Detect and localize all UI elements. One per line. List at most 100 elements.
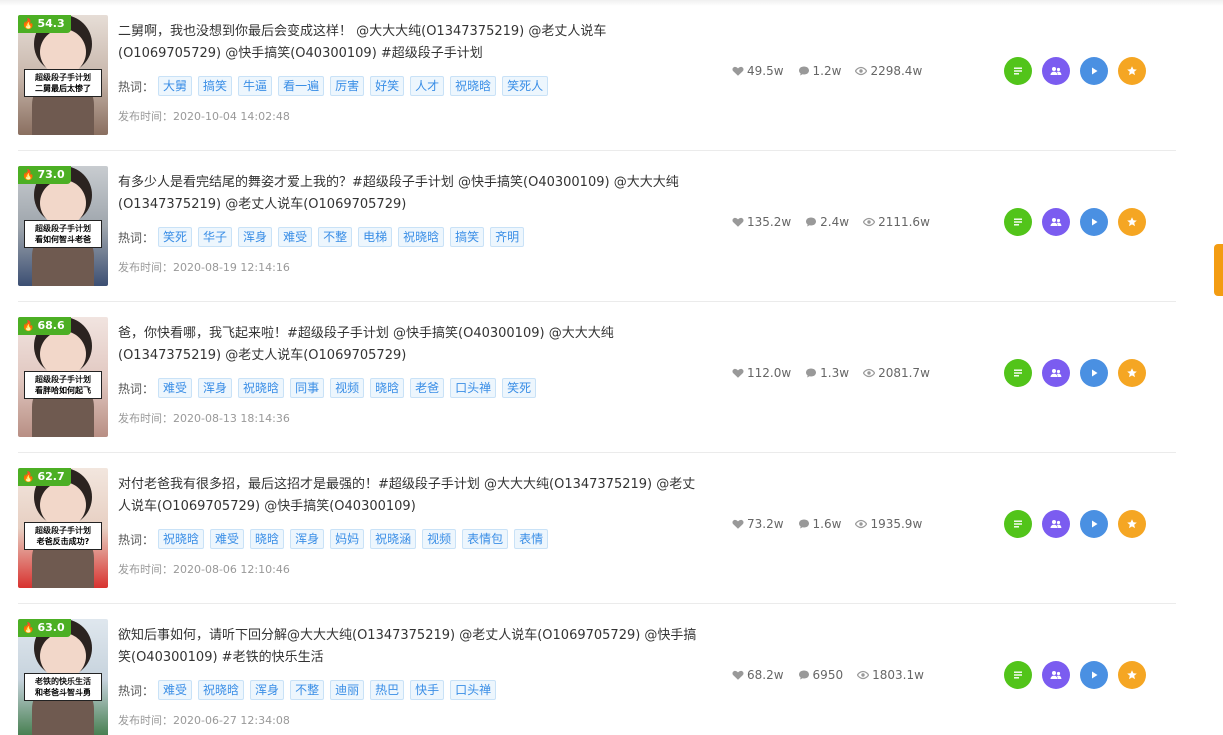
favorite-button[interactable] <box>1118 359 1146 387</box>
fans-button[interactable] <box>1042 57 1070 85</box>
play-button[interactable] <box>1080 661 1108 689</box>
hot-word-tag[interactable]: 笑死人 <box>502 76 549 96</box>
row-actions <box>1004 661 1156 689</box>
star-icon <box>1125 64 1139 78</box>
video-thumbnail[interactable]: 超级段子手计划 老爸反击成功? 🔥 62.7 <box>18 468 108 588</box>
hot-word-tag[interactable]: 表情包 <box>462 529 509 549</box>
fans-button[interactable] <box>1042 359 1070 387</box>
heart-icon <box>732 669 744 681</box>
video-title[interactable]: 二舅啊，我也没想到你最后会变成这样！ @大大大纯(O1347375219) @老… <box>118 21 708 65</box>
hot-word-tag[interactable]: 祝晓晗 <box>238 378 285 398</box>
hot-word-tag[interactable]: 看一遍 <box>278 76 325 96</box>
hot-word-tag[interactable]: 晓晗 <box>370 378 405 398</box>
video-thumbnail[interactable]: 超级段子手计划 看如何智斗老爸 🔥 73.0 <box>18 166 108 286</box>
hot-word-tag[interactable]: 难受 <box>158 378 193 398</box>
hot-word-tag[interactable]: 不整 <box>290 680 325 700</box>
hot-word-tag[interactable]: 妈妈 <box>330 529 365 549</box>
thumbnail-caption-line2: 看如何智斗老爸 <box>27 234 99 245</box>
play-button[interactable] <box>1080 510 1108 538</box>
hot-word-tag[interactable]: 牛逼 <box>238 76 273 96</box>
hot-word-tag[interactable]: 电梯 <box>358 227 393 247</box>
thumbnail-caption-line1: 超级段子手计划 <box>35 73 91 82</box>
list-item: 老铁的快乐生活 和老爸斗智斗勇 🔥 63.0 欲知后事如何，请听下回分解@大大大纯(O1… <box>18 604 1176 735</box>
hot-word-tag[interactable]: 难受 <box>210 529 245 549</box>
hot-word-tag[interactable]: 视频 <box>422 529 457 549</box>
heart-icon <box>732 518 744 530</box>
detail-button[interactable] <box>1004 359 1032 387</box>
favorite-button[interactable] <box>1118 57 1146 85</box>
hot-word-tag[interactable]: 华子 <box>198 227 233 247</box>
hot-word-tag[interactable]: 快手 <box>410 680 445 700</box>
hot-word-tag[interactable]: 迪丽 <box>330 680 365 700</box>
hot-score-badge: 🔥 73.0 <box>18 166 71 184</box>
comments-count: 1.3w <box>820 366 850 380</box>
video-title[interactable]: 欲知后事如何，请听下回分解@大大大纯(O1347375219) @老丈人说车(O… <box>118 625 708 669</box>
hot-word-tag[interactable]: 搞笑 <box>450 227 485 247</box>
hot-word-tag[interactable]: 口头禅 <box>450 680 497 700</box>
thumbnail-caption-line1: 超级段子手计划 <box>35 526 91 535</box>
video-title[interactable]: 爸，你快看哪，我飞起来啦！#超级段子手计划 @快手搞笑(O40300109) @… <box>118 323 708 367</box>
hot-word-tag[interactable]: 祝晓晗 <box>450 76 497 96</box>
detail-button[interactable] <box>1004 661 1032 689</box>
hot-words-label: 热词： <box>118 381 155 396</box>
hot-word-tag[interactable]: 浑身 <box>290 529 325 549</box>
hot-word-tag[interactable]: 同事 <box>290 378 325 398</box>
hot-word-tag[interactable]: 难受 <box>158 680 193 700</box>
play-icon <box>1087 215 1101 229</box>
row-actions <box>1004 57 1156 85</box>
video-thumbnail[interactable]: 超级段子手计划 二舅最后太惨了 🔥 54.3 <box>18 15 108 135</box>
hot-word-tag[interactable]: 笑死 <box>158 227 193 247</box>
video-thumbnail[interactable]: 老铁的快乐生活 和老爸斗智斗勇 🔥 63.0 <box>18 619 108 735</box>
hot-word-tag[interactable]: 祝晓晗 <box>158 529 205 549</box>
video-thumbnail[interactable]: 超级段子手计划 看胖哈如何起飞 🔥 68.6 <box>18 317 108 437</box>
hot-word-tag[interactable]: 表情 <box>514 529 549 549</box>
row-actions <box>1004 208 1156 236</box>
side-scroll-indicator[interactable] <box>1214 244 1223 296</box>
hot-word-tag[interactable]: 大舅 <box>158 76 193 96</box>
hot-word-tag[interactable]: 不整 <box>318 227 353 247</box>
hot-word-tag[interactable]: 笑死 <box>502 378 537 398</box>
fans-button[interactable] <box>1042 510 1070 538</box>
publish-time: 发布时间：2020-06-27 12:34:08 <box>118 712 290 728</box>
hot-word-tag[interactable]: 祝晓晗 <box>198 680 245 700</box>
hot-word-tag[interactable]: 浑身 <box>198 378 233 398</box>
hot-word-tag[interactable]: 晓晗 <box>250 529 285 549</box>
fans-button[interactable] <box>1042 208 1070 236</box>
hot-word-tag[interactable]: 视频 <box>330 378 365 398</box>
hot-word-tag[interactable]: 热巴 <box>370 680 405 700</box>
video-title[interactable]: 对付老爸我有很多招，最后这招才是最强的！#超级段子手计划 @大大大纯(O1347… <box>118 474 708 518</box>
hot-word-tag[interactable]: 浑身 <box>250 680 285 700</box>
star-icon <box>1125 668 1139 682</box>
favorite-button[interactable] <box>1118 510 1146 538</box>
hot-word-tag[interactable]: 祝晓涵 <box>370 529 417 549</box>
users-icon <box>1049 366 1063 380</box>
fans-button[interactable] <box>1042 661 1070 689</box>
hot-word-tag[interactable]: 难受 <box>278 227 313 247</box>
video-title[interactable]: 有多少人是看完结尾的舞姿才爱上我的？#超级段子手计划 @快手搞笑(O403001… <box>118 172 708 216</box>
detail-button[interactable] <box>1004 57 1032 85</box>
hot-word-tag[interactable]: 浑身 <box>238 227 273 247</box>
favorite-button[interactable] <box>1118 208 1146 236</box>
detail-button[interactable] <box>1004 510 1032 538</box>
hot-word-tag[interactable]: 厉害 <box>330 76 365 96</box>
users-icon <box>1049 517 1063 531</box>
hot-score-badge: 🔥 62.7 <box>18 468 71 486</box>
hot-score-badge: 🔥 63.0 <box>18 619 71 637</box>
favorite-button[interactable] <box>1118 661 1146 689</box>
hot-word-tag[interactable]: 人才 <box>410 76 445 96</box>
publish-time-label: 发布时间： <box>118 110 173 123</box>
hot-word-tag[interactable]: 好笑 <box>370 76 405 96</box>
hot-word-tag[interactable]: 祝晓晗 <box>398 227 445 247</box>
hot-word-tag[interactable]: 搞笑 <box>198 76 233 96</box>
users-icon <box>1049 215 1063 229</box>
hot-word-tag[interactable]: 老爸 <box>410 378 445 398</box>
fire-icon: 🔥 <box>22 19 35 30</box>
eye-icon <box>862 367 876 379</box>
detail-button[interactable] <box>1004 208 1032 236</box>
hot-word-tag[interactable]: 口头禅 <box>450 378 497 398</box>
play-button[interactable] <box>1080 208 1108 236</box>
hot-word-tag[interactable]: 齐明 <box>490 227 525 247</box>
play-button[interactable] <box>1080 359 1108 387</box>
play-button[interactable] <box>1080 57 1108 85</box>
hot-words: 热词： 大舅 搞笑 牛逼 看一遍 厉害 好笑 人才 祝晓晗 笑死人 <box>118 76 554 96</box>
